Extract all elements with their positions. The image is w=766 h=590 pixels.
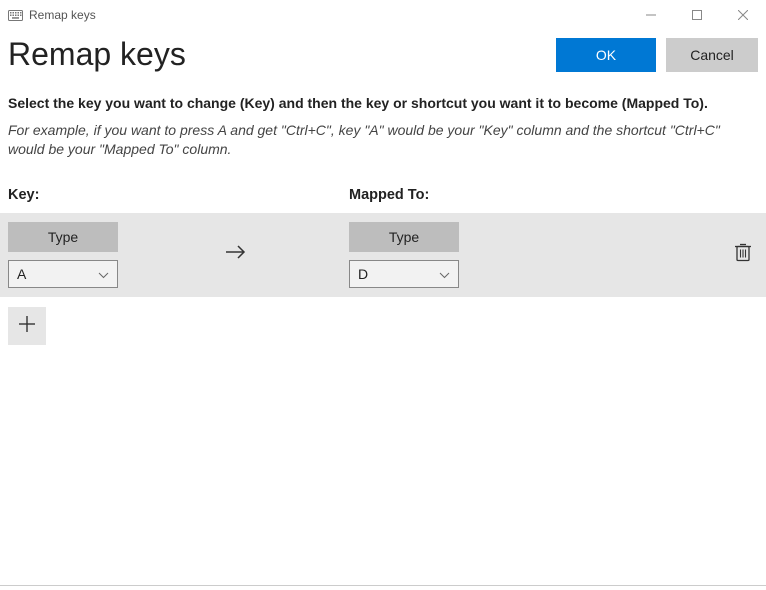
instruction-example: For example, if you want to press A and …	[8, 121, 758, 159]
trash-icon	[734, 249, 752, 266]
mapped-column-header: Mapped To:	[349, 187, 758, 203]
window-title: Remap keys	[29, 8, 96, 22]
column-headers: Key: Mapped To:	[0, 159, 766, 203]
header-buttons: OK Cancel	[556, 38, 758, 72]
plus-icon	[17, 314, 37, 337]
arrow-cell	[208, 243, 349, 266]
minimize-button[interactable]	[628, 0, 674, 30]
key-type-button[interactable]: Type	[8, 222, 118, 252]
arrow-right-icon	[224, 243, 248, 266]
bottom-divider	[0, 585, 766, 586]
ok-button[interactable]: OK	[556, 38, 656, 72]
titlebar: Remap keys	[0, 0, 766, 30]
chevron-down-icon	[439, 266, 450, 282]
mapped-column: Type D	[349, 222, 549, 288]
instruction-main: Select the key you want to change (Key) …	[8, 95, 758, 111]
delete-row-button[interactable]	[734, 242, 752, 267]
mapping-row: Type A Type D	[0, 213, 766, 297]
key-dropdown[interactable]: A	[8, 260, 118, 288]
add-row-button[interactable]	[8, 307, 46, 345]
keyboard-app-icon	[8, 10, 23, 21]
mapped-dropdown[interactable]: D	[349, 260, 459, 288]
page-title: Remap keys	[8, 36, 186, 73]
key-column-header: Key:	[8, 187, 349, 203]
key-column: Type A	[8, 222, 208, 288]
cancel-button[interactable]: Cancel	[666, 38, 758, 72]
window-controls	[628, 0, 766, 30]
mapped-dropdown-value: D	[358, 266, 368, 282]
maximize-button[interactable]	[674, 0, 720, 30]
key-dropdown-value: A	[17, 266, 26, 282]
instructions: Select the key you want to change (Key) …	[0, 85, 766, 159]
mapped-type-button[interactable]: Type	[349, 222, 459, 252]
chevron-down-icon	[98, 266, 109, 282]
header-row: Remap keys OK Cancel	[0, 30, 766, 85]
close-button[interactable]	[720, 0, 766, 30]
